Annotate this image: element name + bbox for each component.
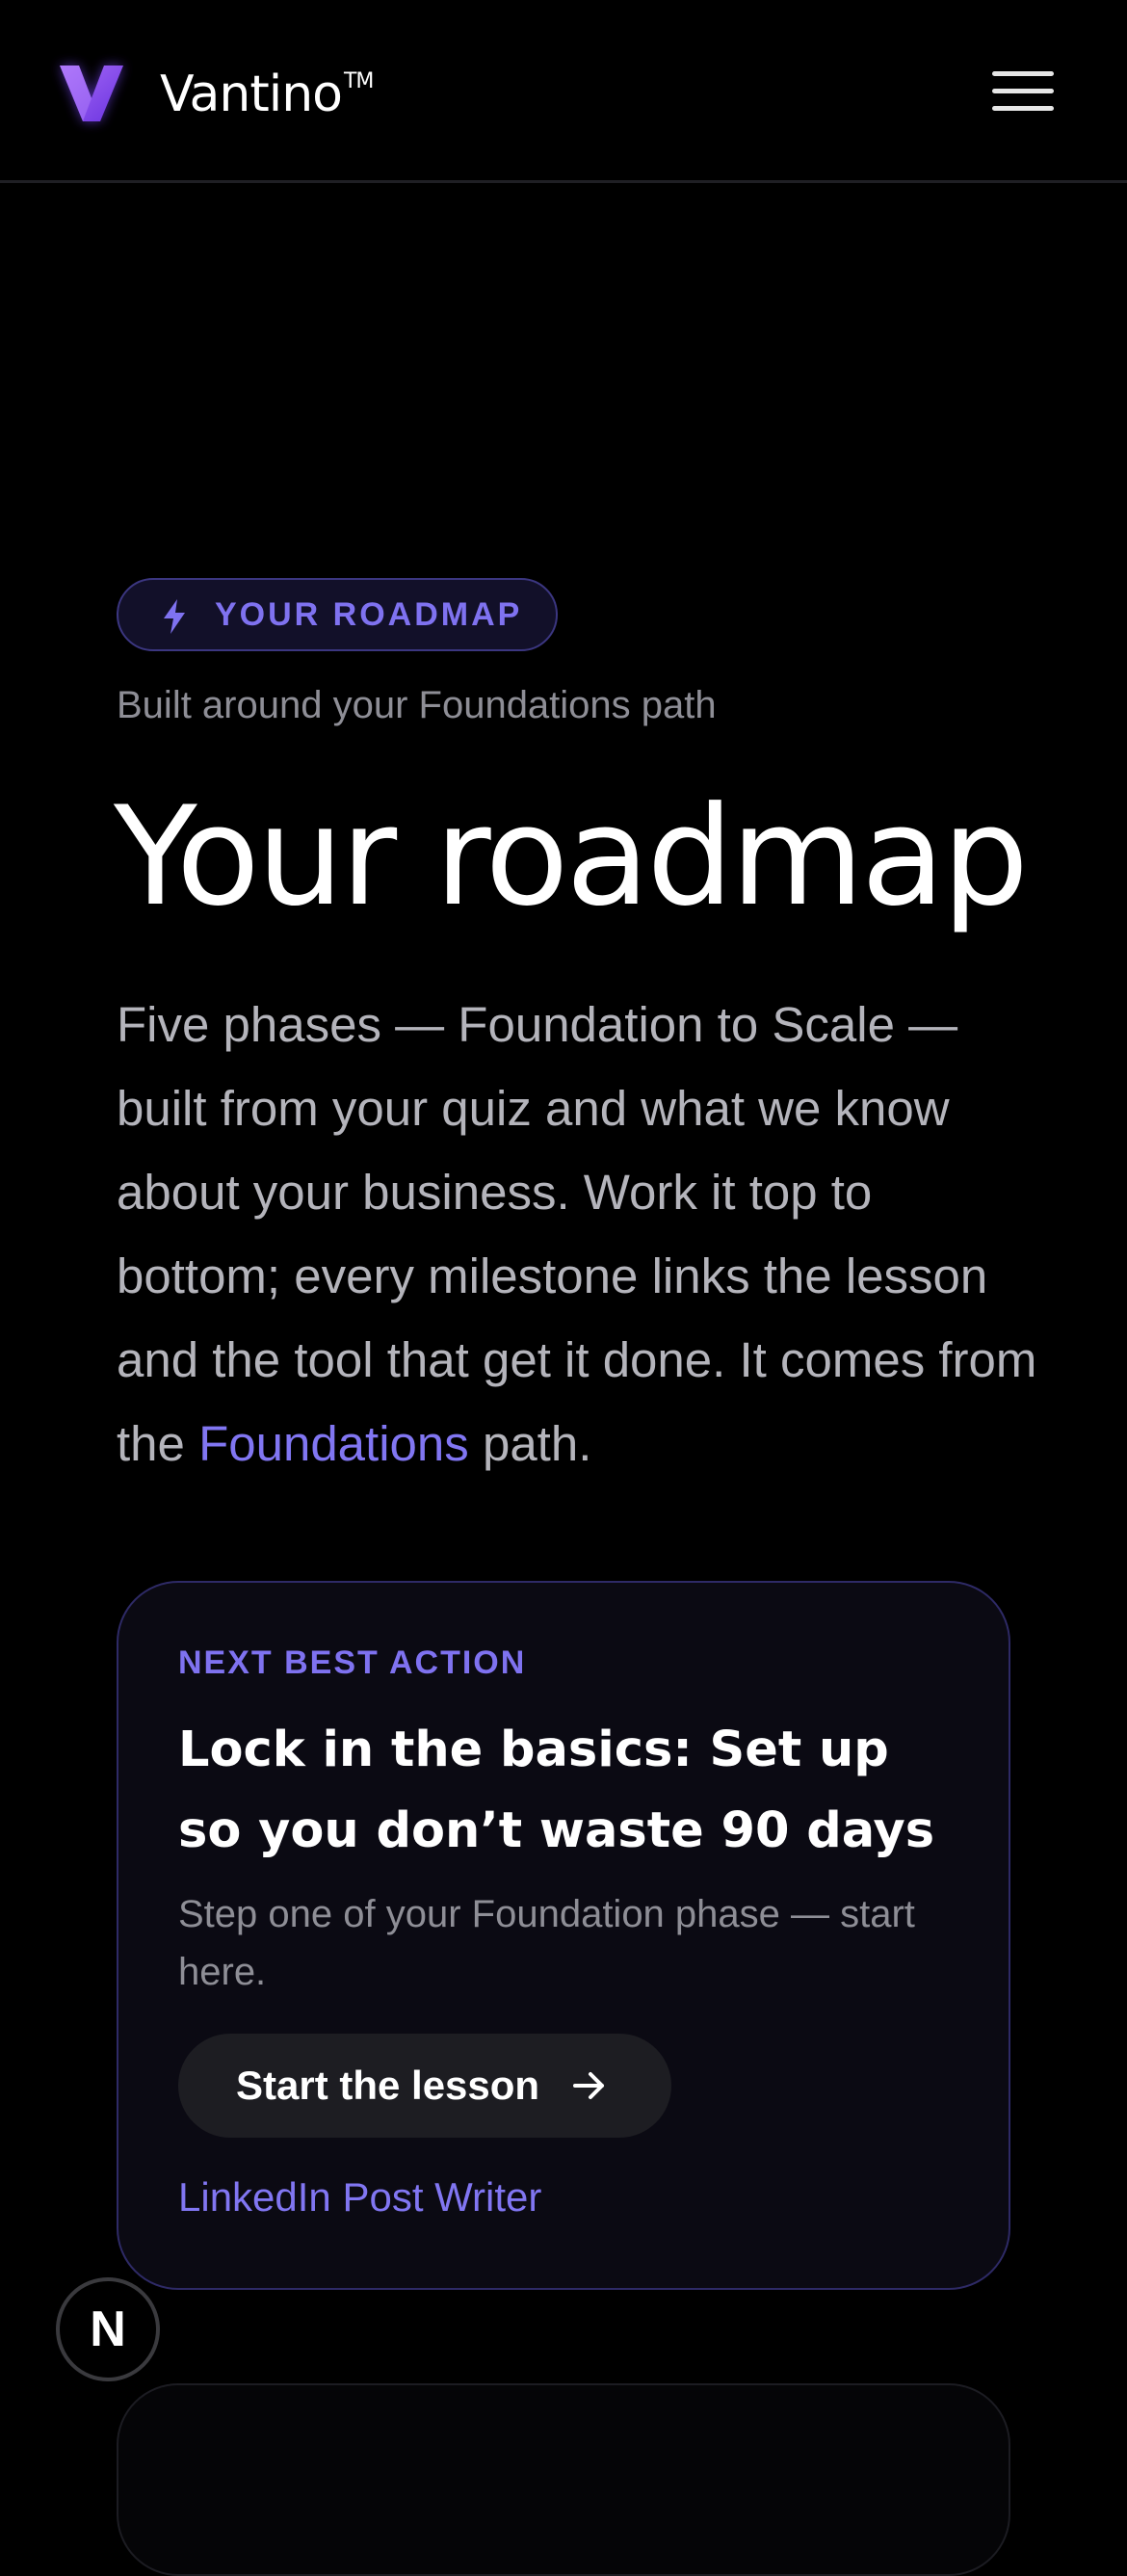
next-best-action-card: NEXT BEST ACTION Lock in the basics: Set… xyxy=(117,1581,1010,2290)
top-nav-bar: VantinoTM xyxy=(0,0,1127,183)
start-lesson-label: Start the lesson xyxy=(236,2063,540,2108)
intro-paragraph: Five phases — Foundation to Scale — buil… xyxy=(117,983,1041,1485)
eyebrow-label: YOUR ROADMAP xyxy=(215,596,523,633)
intro-text: Five phases — Foundation to Scale — buil… xyxy=(117,997,1037,1471)
n-badge-letter: N xyxy=(90,2301,126,2357)
roadmap-eyebrow-pill: YOUR ROADMAP xyxy=(117,578,558,651)
start-lesson-button[interactable]: Start the lesson xyxy=(178,2034,671,2138)
card-title: Lock in the basics: Set up so you don’t … xyxy=(178,1722,935,1859)
page-subtitle: Built around your Foundations path xyxy=(117,684,717,726)
trademark-mark: TM xyxy=(343,69,374,93)
intro-suffix: path. xyxy=(468,1416,592,1471)
foundations-link[interactable]: Foundations xyxy=(198,1416,469,1471)
page-title: Your roadmap xyxy=(114,777,1029,936)
brand-name[interactable]: VantinoTM xyxy=(160,56,374,144)
linkedin-post-writer-link[interactable]: LinkedIn Post Writer xyxy=(178,2174,541,2221)
next-card-partial xyxy=(117,2383,1010,2576)
arrow-right-icon xyxy=(573,2072,604,2099)
card-eyebrow: NEXT BEST ACTION xyxy=(178,1644,527,1681)
hamburger-menu-icon[interactable] xyxy=(992,71,1054,116)
brand-label: Vantino xyxy=(160,66,343,123)
lightning-bolt-icon xyxy=(164,599,185,634)
card-description: Step one of your Foundation phase — star… xyxy=(178,1893,915,1993)
n-badge-button[interactable]: N xyxy=(56,2277,160,2381)
v-logo-icon[interactable] xyxy=(60,66,123,123)
